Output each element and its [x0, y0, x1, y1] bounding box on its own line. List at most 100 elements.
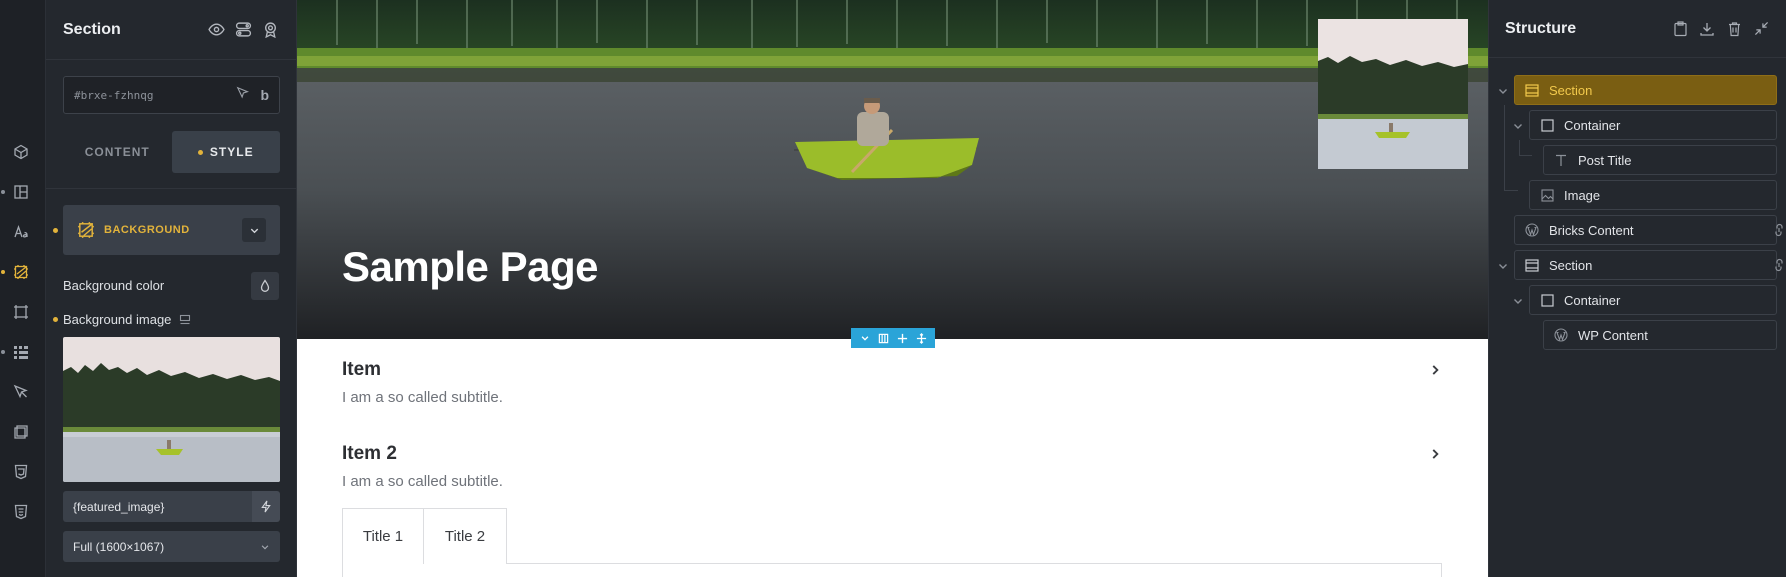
download-icon[interactable]: [1698, 20, 1716, 38]
chevron-down-icon[interactable]: [1512, 295, 1524, 307]
cube-icon[interactable]: [11, 142, 31, 162]
image-size-value: Full (1600×1067): [73, 539, 165, 554]
eye-icon[interactable]: [207, 21, 225, 39]
transform-icon[interactable]: [11, 422, 31, 442]
chevron-down-icon[interactable]: [1497, 85, 1509, 97]
hero-section[interactable]: Sample Page: [297, 0, 1488, 339]
background-color-label: Background color: [63, 278, 165, 293]
structure-node-container[interactable]: Container: [1529, 110, 1777, 140]
tree-line: [1519, 155, 1532, 156]
accordion-item[interactable]: Item 2 I am a so called subtitle.: [342, 443, 1442, 490]
panel-header: Section: [46, 0, 296, 60]
group-label: BACKGROUND: [104, 224, 190, 236]
chevron-down-icon[interactable]: [1497, 260, 1509, 272]
grid-icon[interactable]: [11, 342, 31, 362]
border-icon[interactable]: [11, 302, 31, 322]
background-icon[interactable]: [11, 262, 31, 282]
columns-icon[interactable]: [877, 331, 891, 345]
indicator-dot: [1, 350, 5, 354]
move-icon[interactable]: [915, 331, 929, 345]
accordion-item[interactable]: Item I am a so called subtitle.: [342, 359, 1442, 406]
node-label: Post Title: [1578, 152, 1632, 168]
element-id-field[interactable]: #brxe-fzhnqg b: [63, 76, 280, 114]
accordion-subtitle: I am a so called subtitle.: [342, 389, 503, 406]
tab-content[interactable]: CONTENT: [63, 131, 172, 173]
image-icon: [1540, 188, 1554, 202]
section-icon: [1525, 83, 1539, 97]
accordion-title: Item 2: [342, 443, 397, 464]
tab-divider: [342, 563, 1442, 564]
collapse-icon[interactable]: [1752, 20, 1770, 38]
accordion-title: Item: [342, 359, 382, 380]
wordpress-icon: [1525, 223, 1539, 237]
tree-line: [1519, 140, 1520, 156]
modified-dot: [53, 317, 58, 322]
node-label: Container: [1564, 117, 1621, 133]
indicator-dot: [1, 190, 5, 194]
structure-node-image[interactable]: Image: [1529, 180, 1777, 210]
class-button[interactable]: b: [260, 87, 269, 103]
badge-icon[interactable]: [261, 21, 279, 39]
accordion-subtitle: I am a so called subtitle.: [342, 473, 503, 490]
tab-title-2[interactable]: Title 2: [423, 508, 507, 564]
chevron-down-icon[interactable]: [858, 331, 872, 345]
style-controls-rail: [0, 0, 46, 577]
image-size-select[interactable]: Full (1600×1067): [63, 531, 280, 562]
hero-title[interactable]: Sample Page: [342, 243, 598, 291]
background-image-preview[interactable]: [63, 337, 280, 482]
layout-icon[interactable]: [11, 182, 31, 202]
structure-node-section[interactable]: Section: [1514, 75, 1777, 105]
tab-active-dot: [197, 149, 203, 155]
bricks-builder: Section #brxe-fzhnqg b CONTENT STYLE BAC…: [0, 0, 1786, 577]
divider: [46, 188, 297, 189]
chevron-right-icon[interactable]: [1428, 363, 1442, 377]
cursor-icon[interactable]: [11, 382, 31, 402]
chevron-right-icon[interactable]: [1428, 447, 1442, 461]
toggle-icon[interactable]: [234, 21, 252, 39]
link-icon[interactable]: [1773, 258, 1785, 272]
clipboard-icon[interactable]: [1671, 20, 1689, 38]
modified-dot: [53, 228, 58, 233]
dynamic-data-value[interactable]: {featured_image}: [63, 491, 252, 522]
cursor-icon[interactable]: [236, 86, 250, 105]
database-icon: [179, 313, 192, 326]
chevron-down-icon: [261, 544, 269, 549]
element-id-value: #brxe-fzhnqg: [74, 88, 154, 102]
container-icon: [1540, 293, 1554, 307]
wordpress-icon: [1554, 328, 1568, 342]
tab-content-label: CONTENT: [84, 145, 150, 159]
tab-pane-border: [342, 563, 343, 577]
background-group-header[interactable]: BACKGROUND: [63, 205, 280, 255]
featured-image-thumbnail[interactable]: [1318, 19, 1468, 169]
color-picker-button[interactable]: [251, 272, 279, 300]
structure-node-wp-content[interactable]: WP Content: [1543, 320, 1777, 350]
structure-node-section[interactable]: Section: [1514, 250, 1777, 280]
trash-icon[interactable]: [1725, 20, 1743, 38]
section-icon: [1525, 258, 1539, 272]
tabs-element: Title 1 Title 2: [342, 508, 1442, 577]
add-icon[interactable]: [896, 331, 910, 345]
bolt-icon[interactable]: [252, 491, 280, 522]
structure-node-post-title[interactable]: Post Title: [1543, 145, 1777, 175]
css-classes-icon[interactable]: [11, 502, 31, 522]
css-icon[interactable]: [11, 462, 31, 482]
link-icon[interactable]: [1773, 223, 1785, 237]
droplet-icon: [260, 279, 270, 292]
panel-tabs: CONTENT STYLE: [63, 131, 280, 173]
structure-panel: Structure Section Container Post Title I: [1488, 0, 1786, 577]
chevron-down-icon[interactable]: [1512, 120, 1524, 132]
structure-title: Structure: [1505, 19, 1577, 37]
node-label: WP Content: [1578, 327, 1648, 343]
structure-node-container[interactable]: Container: [1529, 285, 1777, 315]
container-icon: [1540, 118, 1554, 132]
tab-title-1[interactable]: Title 1: [342, 508, 424, 564]
tab-style-label: STYLE: [209, 145, 254, 159]
tab-pane-border: [1441, 563, 1442, 577]
dynamic-data-field[interactable]: {featured_image}: [63, 491, 280, 522]
typography-icon[interactable]: [11, 222, 31, 242]
chevron-down-icon[interactable]: [242, 218, 266, 242]
structure-node-bricks-content[interactable]: Bricks Content: [1514, 215, 1777, 245]
tab-style[interactable]: STYLE: [171, 131, 280, 173]
node-label: Section: [1549, 257, 1593, 273]
node-label: Section: [1549, 82, 1593, 98]
